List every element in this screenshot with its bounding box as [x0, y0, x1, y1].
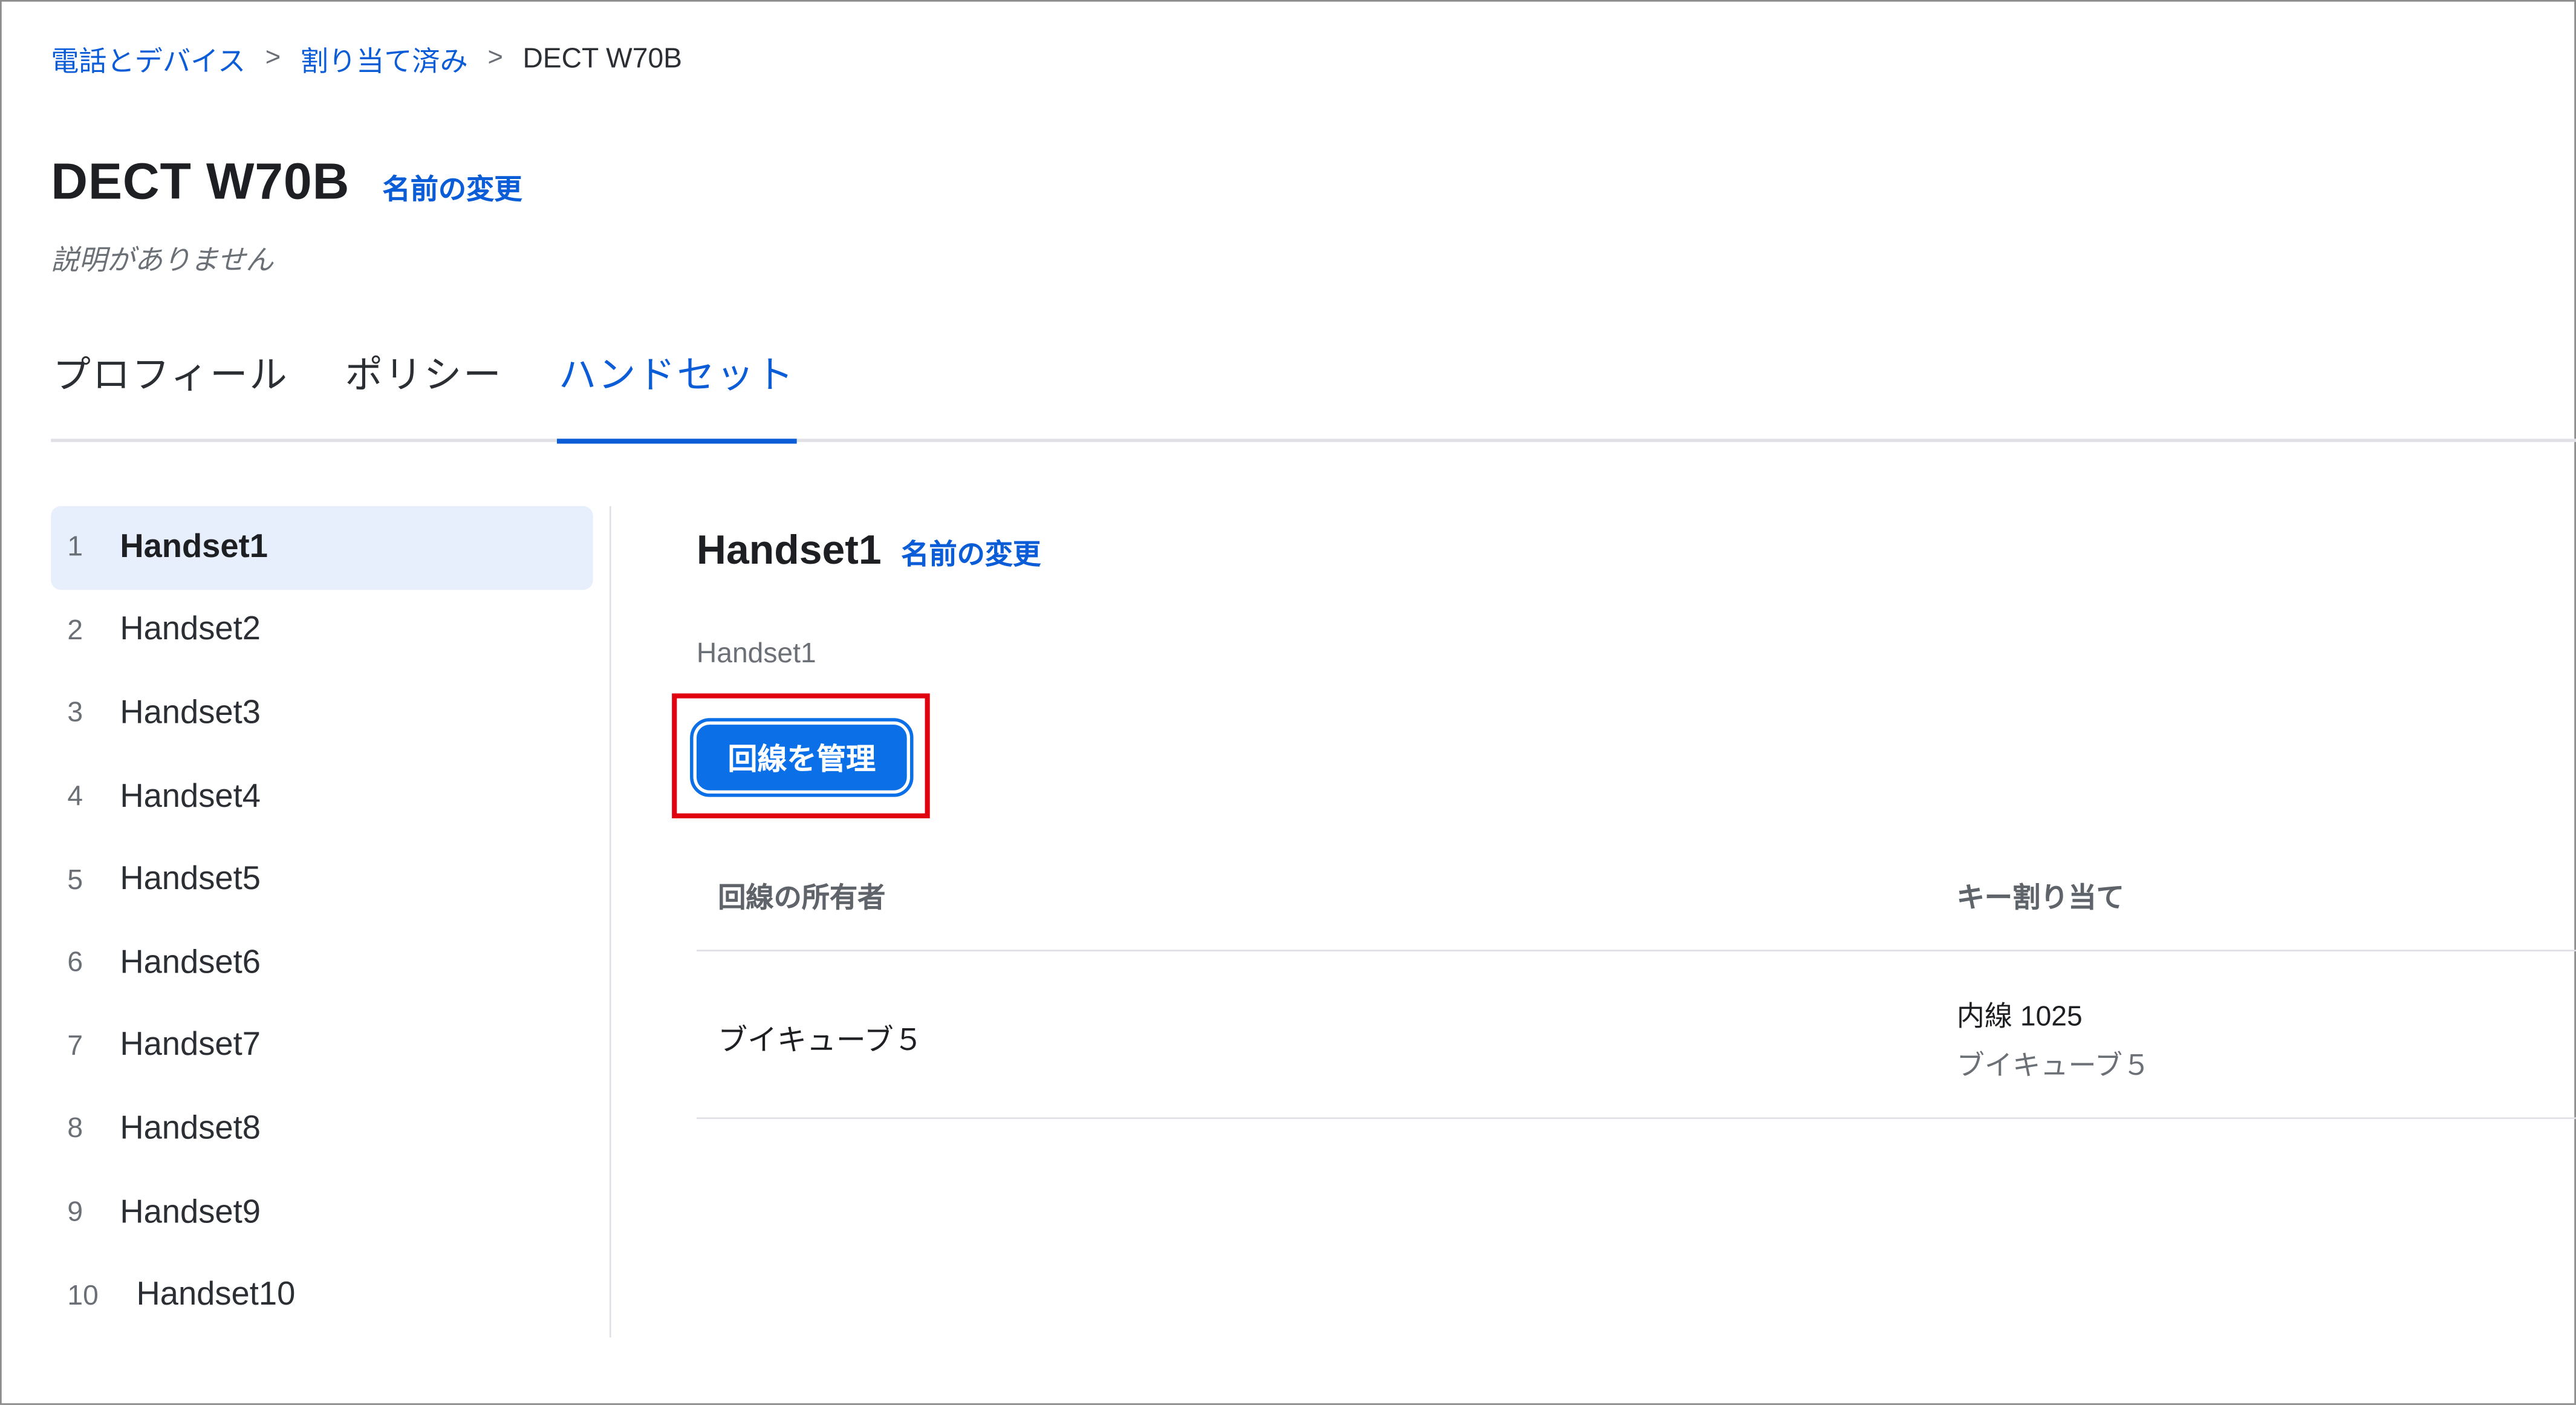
handset-name: Handset4	[120, 778, 261, 815]
handset-name: Handset8	[120, 1110, 261, 1147]
column-header-line-owner: 回線の所有者	[718, 882, 886, 914]
handset-number: 1	[67, 531, 83, 562]
breadcrumb-assigned[interactable]: 割り当て済み	[301, 37, 468, 79]
handset-list: 1 Handset1 2 Handset2 3 Handset3 4 Hands…	[51, 506, 593, 1338]
handset-title: Handset1	[696, 527, 882, 574]
handset-number: 6	[67, 947, 83, 979]
handset-number: 5	[67, 864, 83, 895]
rename-device-link[interactable]: 名前の変更	[383, 166, 522, 207]
handset-list-item[interactable]: 6 Handset6	[51, 922, 593, 1005]
tab-policy[interactable]: ポリシー	[337, 344, 511, 439]
chevron-right-icon: >	[265, 43, 281, 72]
handset-name: Handset7	[120, 1027, 261, 1064]
handset-name: Handset5	[120, 861, 261, 898]
page-title: DECT W70B	[51, 152, 350, 210]
handset-name: Handset1	[120, 529, 268, 566]
table-divider	[696, 950, 2576, 952]
handset-number: 8	[67, 1113, 83, 1145]
rename-handset-link[interactable]: 名前の変更	[901, 531, 1041, 572]
device-description: 説明がありません	[51, 244, 274, 276]
handset-list-item[interactable]: 4 Handset4	[51, 755, 593, 838]
page: 電話とデバイス > 割り当て済み > DECT W70B DECT W70B 名…	[0, 0, 2576, 1405]
handset-list-item[interactable]: 2 Handset2	[51, 589, 593, 672]
manage-lines-button[interactable]: 回線を管理	[690, 718, 914, 797]
table-divider	[696, 1117, 2576, 1120]
handset-number: 2	[67, 614, 83, 646]
chevron-right-icon: >	[487, 43, 503, 72]
handset-name: Handset10	[136, 1277, 296, 1314]
handset-list-item[interactable]: 1 Handset1	[51, 506, 593, 590]
handset-list-item[interactable]: 5 Handset5	[51, 839, 593, 922]
handset-number: 3	[67, 697, 83, 729]
vertical-divider	[609, 506, 611, 1338]
handset-number: 10	[67, 1279, 99, 1311]
tab-handsets[interactable]: ハンドセット	[556, 344, 797, 444]
tab-profile[interactable]: プロフィール	[51, 344, 291, 439]
handset-list-item[interactable]: 9 Handset9	[51, 1171, 593, 1254]
column-header-key-assignment: キー割り当て	[1956, 882, 2124, 914]
breadcrumb: 電話とデバイス > 割り当て済み > DECT W70B	[51, 37, 682, 79]
handset-list-item[interactable]: 7 Handset7	[51, 1005, 593, 1087]
key-assignment-cell: 内線 1025	[1956, 1000, 2083, 1032]
tab-bar: プロフィール ポリシー ハンドセット	[51, 344, 2576, 444]
handset-name: Handset2	[120, 611, 261, 648]
handset-number: 9	[67, 1196, 83, 1228]
breadcrumb-phones-devices[interactable]: 電話とデバイス	[51, 37, 246, 79]
handset-list-item[interactable]: 10 Handset10	[51, 1254, 593, 1337]
handset-name: Handset9	[120, 1193, 261, 1230]
handset-list-item[interactable]: 8 Handset8	[51, 1088, 593, 1171]
line-owner-cell: ブイキューブ５	[718, 1023, 923, 1057]
key-assignment-sub-cell: ブイキューブ５	[1956, 1050, 2151, 1081]
handset-number: 7	[67, 1030, 83, 1061]
handset-number: 4	[67, 780, 83, 812]
handset-subtitle: Handset1	[696, 637, 816, 669]
device-header: DECT W70B 名前の変更	[51, 153, 522, 212]
handset-name: Handset3	[120, 695, 261, 731]
handset-header: Handset1 名前の変更	[697, 527, 1041, 575]
handset-list-item[interactable]: 3 Handset3	[51, 673, 593, 755]
handset-name: Handset6	[120, 944, 261, 981]
breadcrumb-current: DECT W70B	[522, 42, 682, 73]
